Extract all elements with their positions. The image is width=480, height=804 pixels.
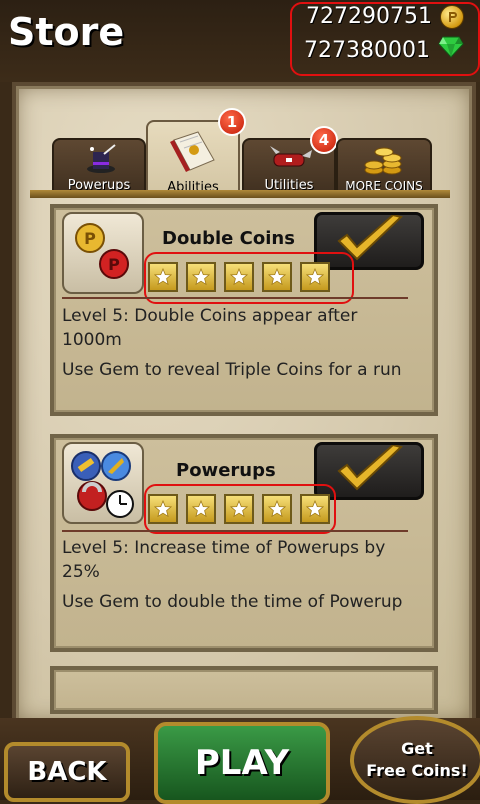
item-gem-text: Use Gem to reveal Triple Coins for a run (62, 360, 402, 380)
level-stars (148, 494, 330, 524)
item-gem-text: Use Gem to double the time of Powerup (62, 592, 403, 612)
play-button[interactable]: PLAY (154, 722, 330, 804)
tab-utilities-badge: 4 (310, 126, 338, 154)
divider (62, 297, 408, 299)
page-title: Store (8, 10, 125, 54)
free-coins-line1: Get (401, 739, 433, 758)
tab-powerups[interactable]: Powerups (52, 138, 146, 196)
back-button[interactable]: BACK (4, 742, 130, 802)
item-title: Powerups (176, 460, 276, 481)
get-free-coins-button[interactable]: Get Free Coins! (350, 716, 480, 804)
divider (62, 530, 408, 532)
item-description: Level 5: Increase time of Powerups by 25… (62, 538, 386, 582)
star-icon (262, 262, 292, 292)
svg-text:P: P (108, 255, 120, 274)
pocket-knife-icon (268, 144, 312, 180)
star-icon (224, 494, 254, 524)
spellbook-icon (168, 130, 220, 178)
tab-rail (30, 190, 450, 198)
item-description: Level 5: Double Coins appear after 1000m (62, 306, 358, 350)
star-icon (300, 262, 330, 292)
tab-abilities[interactable]: 1 Abilities (146, 108, 246, 198)
star-icon (148, 494, 178, 524)
star-icon (262, 494, 292, 524)
star-icon (224, 262, 254, 292)
currency-highlight (290, 2, 480, 76)
star-icon (186, 494, 216, 524)
svg-text:P: P (84, 229, 96, 248)
tab-utilities[interactable]: 4 Utilities (242, 126, 338, 196)
level-stars (148, 262, 330, 292)
powerups-timer-icon (62, 442, 144, 524)
double-coins-icon: P P (62, 212, 144, 294)
star-icon (186, 262, 216, 292)
free-coins-line2: Free Coins! (366, 761, 468, 780)
star-icon (148, 262, 178, 292)
item-title: Double Coins (162, 228, 295, 249)
tab-more-coins[interactable]: MORE COINS (336, 138, 432, 196)
coin-pile-icon (362, 144, 408, 180)
magic-hat-icon (84, 144, 118, 178)
item-card-next[interactable] (50, 666, 438, 714)
tab-abilities-badge: 1 (218, 108, 246, 136)
star-icon (300, 494, 330, 524)
